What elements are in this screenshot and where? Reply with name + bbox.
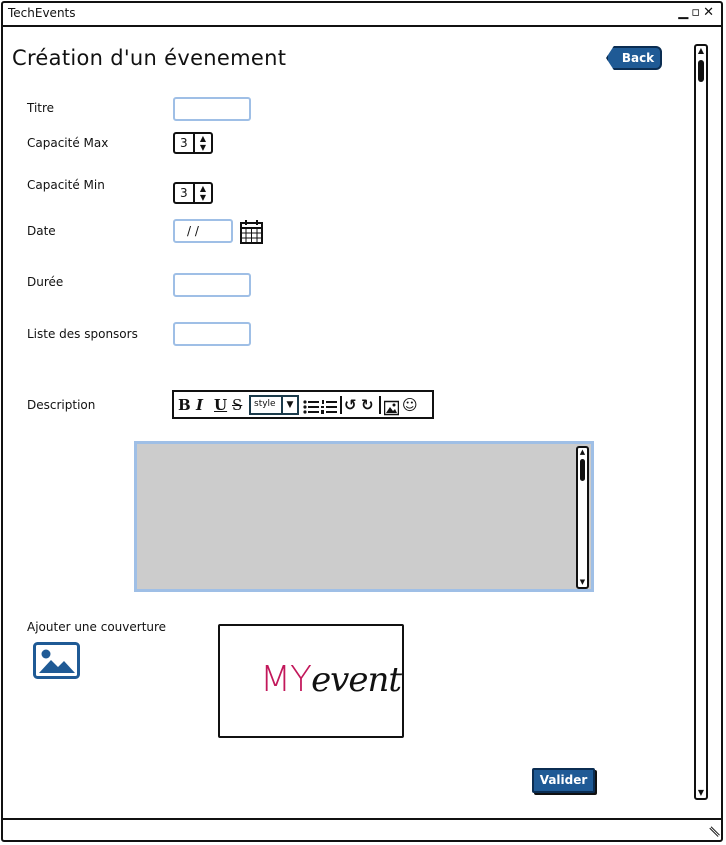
toolbar-divider xyxy=(340,396,342,414)
cover-preview: MYevent xyxy=(218,624,404,738)
numbered-list-icon[interactable] xyxy=(321,397,337,417)
scroll-down-icon[interactable]: ▼ xyxy=(578,578,587,587)
close-icon[interactable]: ✕ xyxy=(703,5,715,20)
italic-button[interactable]: I xyxy=(196,395,203,415)
toolbar-divider xyxy=(379,396,381,414)
insert-image-icon[interactable] xyxy=(384,398,399,418)
scroll-thumb[interactable] xyxy=(698,60,704,82)
date-input[interactable]: / / xyxy=(173,219,233,243)
duree-input[interactable] xyxy=(173,273,251,297)
sponsors-input[interactable] xyxy=(173,322,251,346)
page-title: Création d'un évenement xyxy=(12,46,287,70)
scroll-up-icon[interactable]: ▲ xyxy=(578,448,587,457)
underline-button[interactable]: U xyxy=(214,395,227,415)
description-label: Description xyxy=(27,398,96,412)
back-button[interactable]: Back xyxy=(606,46,662,70)
couverture-label: Ajouter une couverture xyxy=(27,620,167,634)
valider-button[interactable]: Valider xyxy=(532,768,595,793)
maximize-icon[interactable]: ▫ xyxy=(691,5,701,20)
capacite-max-stepper[interactable]: 3 ▲ ▼ xyxy=(173,132,213,154)
description-textarea[interactable]: ▲ ▼ xyxy=(134,441,594,592)
titre-input[interactable] xyxy=(173,97,251,121)
status-bar: ‖ xyxy=(3,818,721,840)
bold-button[interactable]: B xyxy=(178,395,191,415)
window-title: TechEvents xyxy=(8,6,76,20)
capacite-min-stepper[interactable]: 3 ▲ ▼ xyxy=(173,182,213,204)
page-scrollbar[interactable]: ▲ ▼ xyxy=(694,44,708,800)
stepper-arrows-icon[interactable]: ▲ ▼ xyxy=(193,184,211,202)
scroll-up-icon[interactable]: ▲ xyxy=(696,46,706,56)
cover-logo: MYevent xyxy=(260,656,402,700)
scroll-down-icon[interactable]: ▼ xyxy=(696,788,706,798)
emoji-icon[interactable]: ☺ xyxy=(402,395,418,415)
logo-my: MY xyxy=(260,659,312,700)
capacite-max-value: 3 xyxy=(180,136,188,150)
undo-icon[interactable]: ↺ xyxy=(344,395,357,415)
calendar-icon[interactable] xyxy=(240,219,263,244)
minimize-icon[interactable]: ▁ xyxy=(678,5,689,20)
chevron-down-icon[interactable]: ▼ xyxy=(281,397,297,413)
duree-label: Durée xyxy=(27,275,64,289)
capacite-min-label: Capacité Min xyxy=(27,178,105,192)
title-bar: TechEvents ▁ ▫ ✕ xyxy=(3,3,721,27)
capacite-max-label: Capacité Max xyxy=(27,136,109,150)
style-select[interactable]: style ▼ xyxy=(249,395,299,415)
titre-label: Titre xyxy=(27,101,55,115)
resize-grip-icon[interactable]: ‖ xyxy=(707,824,721,838)
logo-event: event xyxy=(311,660,402,700)
bulleted-list-icon[interactable] xyxy=(303,397,319,417)
redo-icon[interactable]: ↻ xyxy=(361,395,374,415)
add-image-icon[interactable] xyxy=(33,642,80,679)
textarea-scrollbar[interactable]: ▲ ▼ xyxy=(576,446,589,589)
capacite-min-value: 3 xyxy=(180,186,188,200)
scroll-thumb[interactable] xyxy=(580,459,585,481)
stepper-arrows-icon[interactable]: ▲ ▼ xyxy=(193,134,211,152)
sponsors-label: Liste des sponsors xyxy=(27,327,138,341)
window-controls: ▁ ▫ ✕ xyxy=(676,5,715,20)
date-label: Date xyxy=(27,224,56,238)
strikethrough-button[interactable]: S xyxy=(232,395,242,415)
editor-toolbar: B I U S style ▼ ↺ ↻ ☺ xyxy=(172,390,434,419)
style-select-value: style xyxy=(254,399,276,409)
